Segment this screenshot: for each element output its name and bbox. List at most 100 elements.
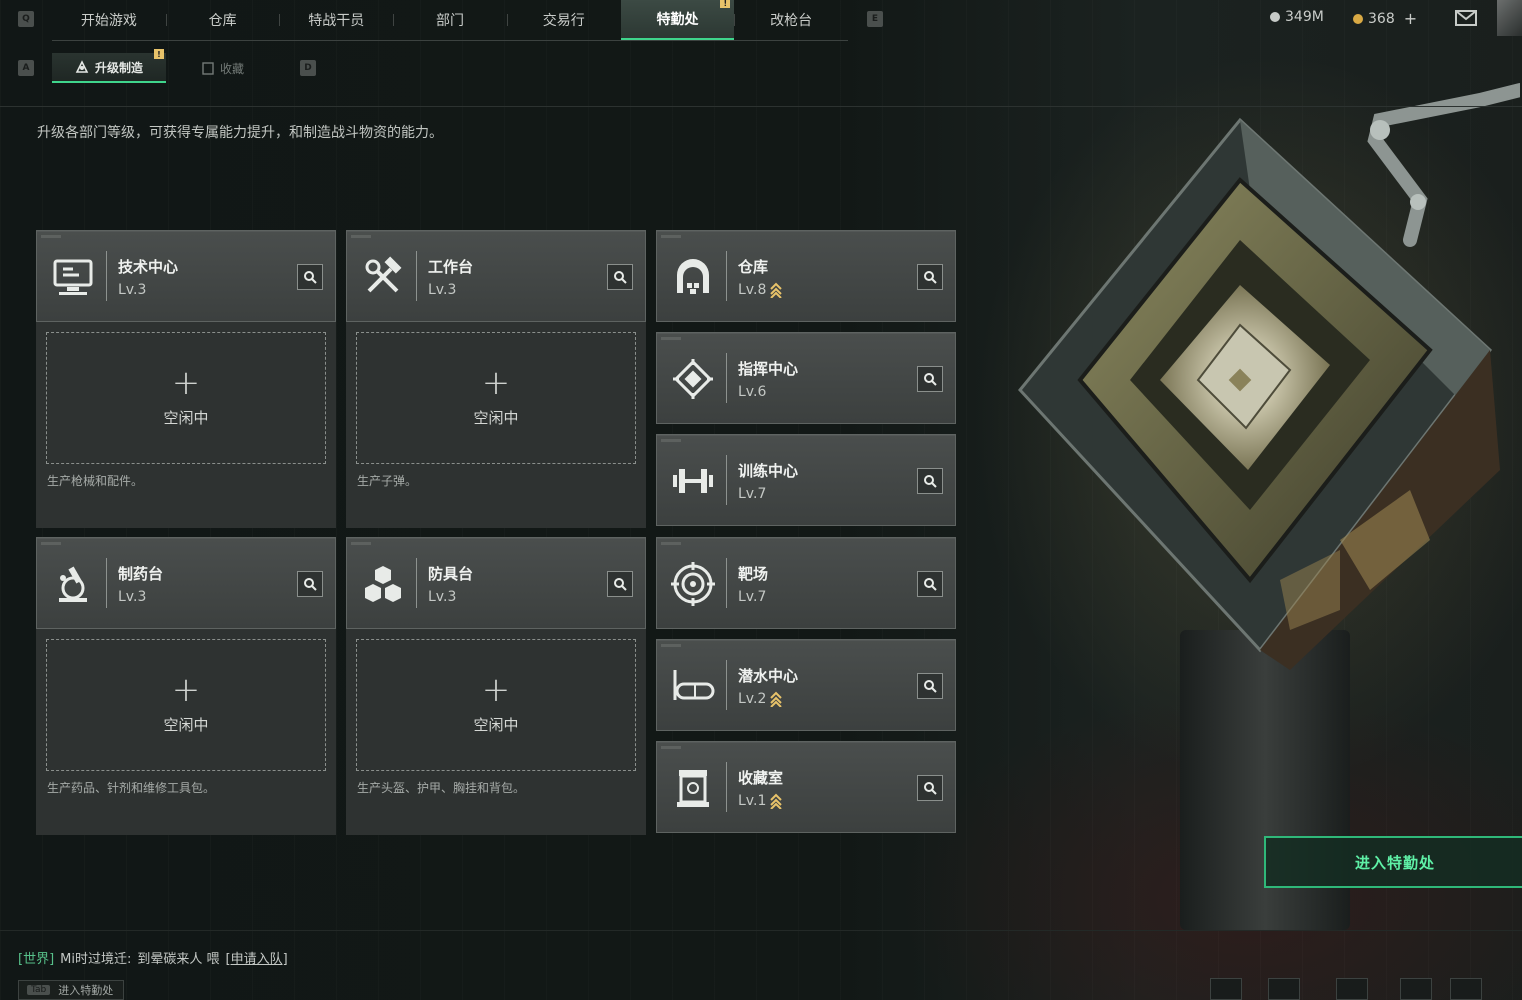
rank-up-icon	[770, 282, 783, 298]
computer-icon	[53, 259, 93, 295]
bottom-divider	[0, 930, 1522, 931]
robot-arm-art	[1367, 83, 1520, 247]
search-button[interactable]	[917, 673, 943, 699]
facility-name: 收藏室	[738, 769, 784, 787]
facility-card-diving-center[interactable]: 潜水中心 Lv.2	[656, 639, 956, 731]
flag-icon[interactable]	[1268, 978, 1300, 1000]
search-button[interactable]	[607, 571, 633, 597]
alert-badge: !	[154, 49, 164, 59]
display-case-icon	[677, 770, 709, 807]
key-hint-e: E	[867, 11, 883, 27]
hammer-wrench-icon	[365, 256, 402, 293]
add-slot-button[interactable]	[1400, 978, 1432, 1000]
enter-special-ops-button[interactable]: 进入特勤处	[1264, 836, 1522, 888]
facility-card-workbench[interactable]: 工作台 Lv.3	[346, 230, 646, 322]
production-slot-pharmacy: + 空闲中 生产药品、针剂和维修工具包。	[36, 629, 336, 835]
facility-name: 训练中心	[738, 462, 799, 480]
dumbbell-icon	[673, 469, 713, 493]
tab-warehouse[interactable]: 仓库	[165, 0, 280, 40]
upgrade-icon	[75, 60, 89, 73]
subtab-upgrade-craft[interactable]: 升级制造 !	[52, 49, 166, 83]
tab-special-ops[interactable]: 特勤处 !	[620, 0, 735, 40]
facility-card-pharmacy[interactable]: 制药台 Lv.3	[36, 537, 336, 629]
key-hint-d: D	[300, 60, 316, 76]
facility-card-shooting-range[interactable]: 靶场 Lv.7	[656, 537, 956, 629]
facility-card-command-center[interactable]: 指挥中心 Lv.6	[656, 332, 956, 424]
production-slot-workbench: + 空闲中 生产子弹。	[346, 322, 646, 528]
search-button[interactable]	[917, 366, 943, 392]
plus-icon: +	[481, 669, 511, 710]
key-hint-q: Q	[18, 11, 34, 27]
search-button[interactable]	[917, 264, 943, 290]
main-tabs: 开始游戏 仓库 特战干员 部门 交易行 特勤处 ! 改枪台	[52, 0, 848, 41]
search-button[interactable]	[917, 468, 943, 494]
facility-card-collection-room[interactable]: 收藏室 Lv.1	[656, 741, 956, 833]
production-note: 生产药品、针剂和维修工具包。	[47, 781, 216, 795]
facility-name: 指挥中心	[738, 360, 799, 378]
search-icon	[614, 578, 627, 591]
avatar[interactable]	[1497, 0, 1522, 36]
top-navigation: Q 开始游戏 仓库 特战干员 部门 交易行 特勤处 ! 改枪台 E 349M 3…	[0, 0, 1522, 42]
add-slot-button[interactable]	[1450, 978, 1482, 1000]
facility-level: Lv.1	[738, 793, 783, 809]
command-icon	[673, 359, 713, 399]
search-button[interactable]	[607, 264, 633, 290]
search-icon	[304, 578, 317, 591]
add-production-button[interactable]: + 空闲中	[356, 332, 636, 464]
silver-coin-icon	[1270, 12, 1280, 22]
facility-name: 工作台	[428, 258, 474, 276]
add-production-button[interactable]: + 空闲中	[46, 639, 326, 771]
gold-coin-icon	[1353, 13, 1363, 24]
search-button[interactable]	[297, 571, 323, 597]
add-production-button[interactable]: + 空闲中	[356, 639, 636, 771]
target-icon	[671, 562, 715, 606]
facility-card-tech-center[interactable]: 技术中心 Lv.3	[36, 230, 336, 322]
cubes-icon	[365, 566, 401, 602]
silver-currency: 349M	[1270, 9, 1324, 25]
chat-message: [世界] Mi时过境迁: 到晕碳来人 喂 [申请入队]	[18, 948, 288, 967]
subtab-collection[interactable]: 收藏	[166, 53, 280, 83]
facility-level: Lv.6	[738, 384, 767, 400]
apply-join-link[interactable]: [申请入队]	[226, 948, 288, 967]
search-button[interactable]	[297, 264, 323, 290]
facility-card-warehouse[interactable]: 仓库 Lv.8	[656, 230, 956, 322]
production-note: 生产头盔、护甲、胸挂和背包。	[357, 781, 526, 795]
facility-level: Lv.3	[428, 282, 457, 298]
tab-key: Tab	[27, 985, 51, 995]
stats-icon[interactable]	[1210, 978, 1242, 1000]
facility-level: Lv.3	[428, 589, 457, 605]
idle-label: 空闲中	[473, 715, 519, 734]
search-button[interactable]	[917, 775, 943, 801]
tab-trading[interactable]: 交易行	[506, 0, 621, 40]
search-icon	[924, 680, 937, 693]
add-production-button[interactable]: + 空闲中	[46, 332, 326, 464]
tab-departments[interactable]: 部门	[393, 0, 507, 40]
plus-icon: +	[481, 362, 511, 403]
tab-key-hint[interactable]: Tab 进入特勤处	[18, 980, 124, 1000]
gold-currency: 368 +	[1353, 9, 1417, 28]
facility-level: Lv.3	[118, 589, 147, 605]
tab-gunsmith[interactable]: 改枪台	[734, 0, 848, 40]
plus-icon: +	[171, 669, 201, 710]
collection-icon	[202, 61, 214, 75]
chat-user[interactable]: Mi时过境迁:	[60, 948, 131, 967]
add-gold-button[interactable]: +	[1404, 9, 1417, 28]
tab-operators[interactable]: 特战干员	[279, 0, 393, 40]
facility-card-training-center[interactable]: 训练中心 Lv.7	[656, 434, 956, 526]
diving-mask-icon	[673, 670, 715, 700]
mail-icon[interactable]	[1455, 10, 1477, 26]
warehouse-icon	[677, 259, 709, 294]
search-button[interactable]	[917, 571, 943, 597]
tab-start-game[interactable]: 开始游戏	[52, 0, 166, 40]
chat-channel: [世界]	[18, 952, 55, 967]
idle-label: 空闲中	[163, 715, 209, 734]
facility-name: 靶场	[738, 565, 769, 583]
facility-card-armor-bench[interactable]: 防具台 Lv.3	[346, 537, 646, 629]
search-icon	[924, 475, 937, 488]
friends-icon[interactable]	[1336, 978, 1368, 1000]
rank-up-icon	[770, 793, 783, 809]
production-slot-tech-center: + 空闲中 生产枪械和配件。	[36, 322, 336, 528]
subtab-upgrade-label: 升级制造	[94, 60, 143, 75]
production-note: 生产子弹。	[357, 474, 418, 488]
tab-hint-label: 进入特勤处	[58, 984, 114, 997]
